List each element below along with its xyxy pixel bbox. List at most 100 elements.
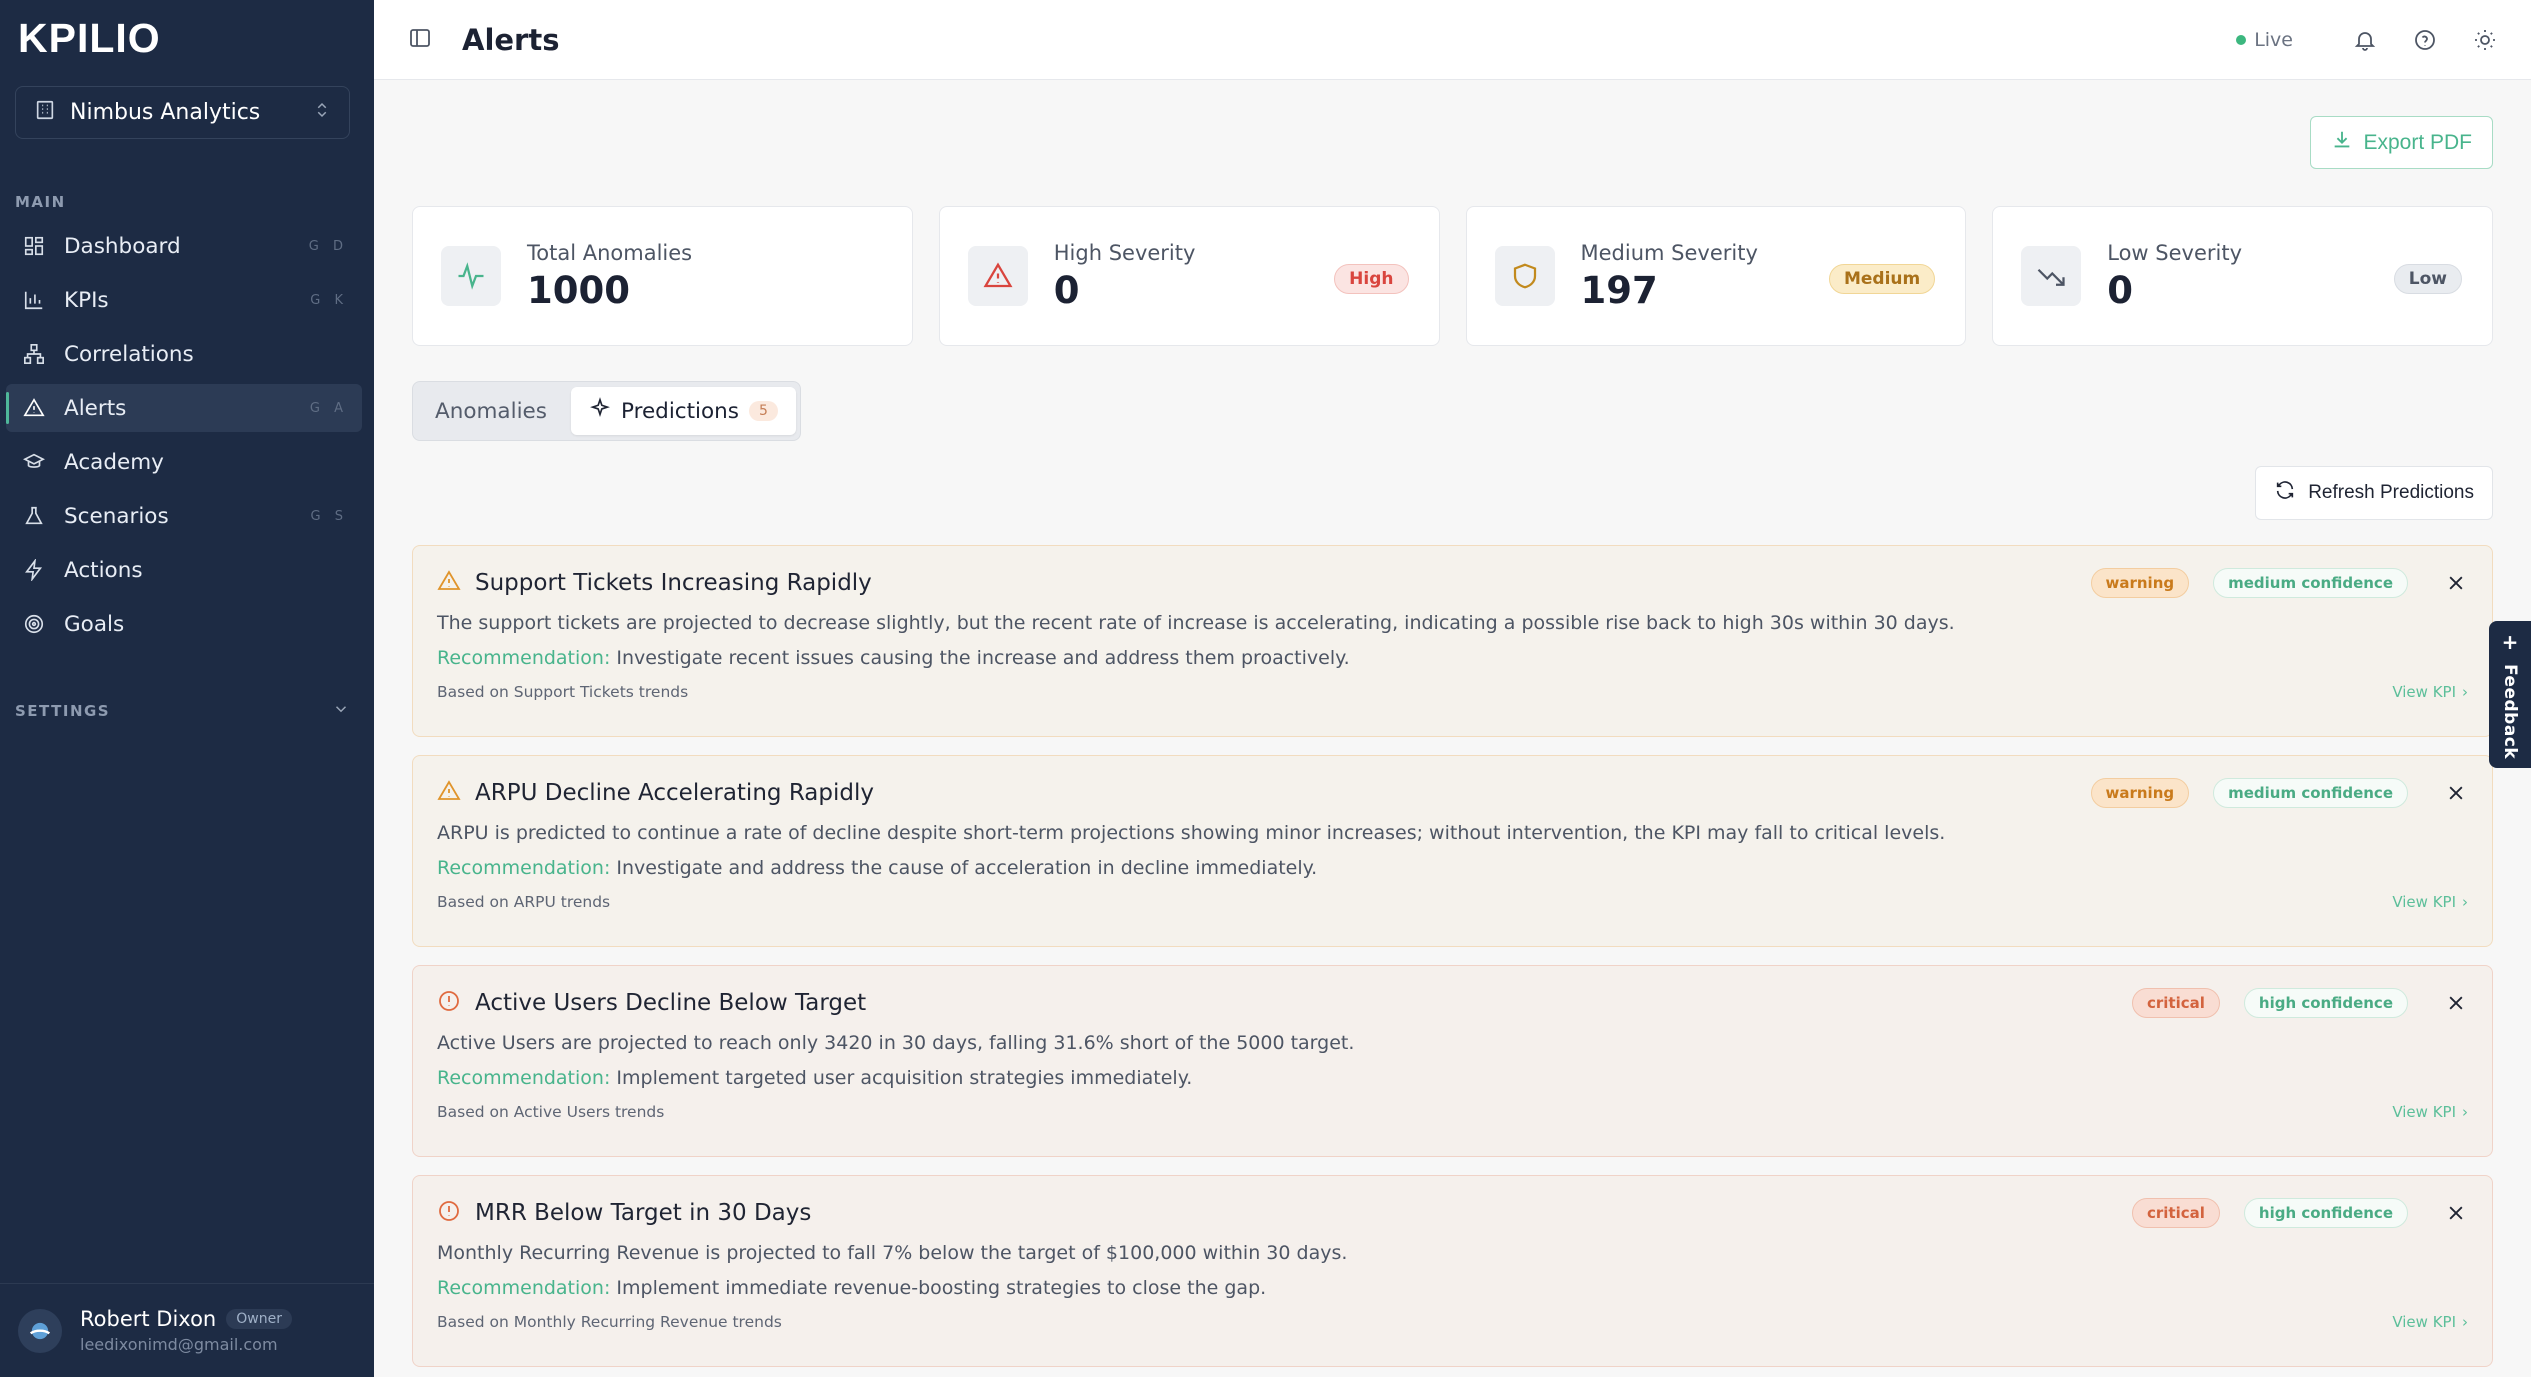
stat-card-high: High Severity 0 High bbox=[938, 206, 1440, 346]
shortcut-hint: G K bbox=[310, 292, 348, 308]
flask-icon bbox=[22, 504, 46, 528]
stat-card-total: Total Anomalies 1000 bbox=[412, 206, 913, 346]
recommendation-text: Implement immediate revenue-boosting str… bbox=[616, 1277, 1267, 1299]
view-kpi-label: View KPI bbox=[2392, 893, 2456, 911]
download-icon bbox=[2331, 129, 2353, 157]
export-pdf-button[interactable]: Export PDF bbox=[2310, 116, 2493, 169]
prediction-card: Support Tickets Increasing Rapidly warni… bbox=[412, 545, 2493, 737]
alerts-tabs: Anomalies Predictions 5 bbox=[412, 381, 801, 441]
tab-predictions[interactable]: Predictions 5 bbox=[570, 387, 796, 435]
severity-tag: critical bbox=[2131, 988, 2220, 1018]
graduation-cap-icon bbox=[22, 450, 46, 474]
close-icon[interactable] bbox=[2444, 571, 2468, 595]
warning-triangle-icon bbox=[437, 779, 461, 807]
view-kpi-link[interactable]: View KPI › bbox=[2392, 683, 2468, 701]
sidebar-item-label: Scenarios bbox=[64, 503, 169, 529]
feedback-tab[interactable]: + Feedback bbox=[2489, 621, 2531, 768]
help-icon[interactable] bbox=[2409, 24, 2441, 56]
severity-badge: Low bbox=[2393, 264, 2462, 294]
sidebar: KPILIO Nimbus Analytics MAIN Dashboard G… bbox=[0, 0, 374, 1377]
prediction-title: ARPU Decline Accelerating Rapidly bbox=[475, 780, 874, 806]
prediction-description: Monthly Recurring Revenue is projected t… bbox=[437, 1242, 1348, 1264]
stat-value: 197 bbox=[1580, 268, 1658, 312]
prediction-title: Active Users Decline Below Target bbox=[475, 990, 867, 1016]
alert-triangle-icon bbox=[22, 396, 46, 420]
grid-icon bbox=[22, 234, 46, 258]
sidebar-item-dashboard[interactable]: Dashboard G D bbox=[6, 222, 362, 270]
refresh-predictions-button[interactable]: Refresh Predictions bbox=[2255, 466, 2493, 520]
stats-row: Total Anomalies 1000 High Severity 0 Hig… bbox=[412, 206, 2493, 346]
prediction-description: The support tickets are projected to dec… bbox=[437, 612, 1955, 634]
bell-icon[interactable] bbox=[2349, 24, 2381, 56]
sidebar-item-label: Alerts bbox=[64, 395, 127, 421]
zap-icon bbox=[22, 558, 46, 582]
prediction-recommendation: Recommendation: Investigate and address … bbox=[437, 857, 2468, 879]
sidebar-item-alerts[interactable]: Alerts G A bbox=[6, 384, 362, 432]
based-on-text: Based on ARPU trends bbox=[437, 893, 611, 911]
user-info: Robert Dixon Owner leedixonimd@gmail.com bbox=[80, 1307, 292, 1354]
prediction-description: ARPU is predicted to continue a rate of … bbox=[437, 822, 1946, 844]
user-email: leedixonimd@gmail.com bbox=[80, 1335, 278, 1354]
user-name-row: Robert Dixon Owner bbox=[80, 1307, 292, 1331]
alert-triangle-icon bbox=[967, 246, 1028, 306]
stat-card-low: Low Severity 0 Low bbox=[1992, 206, 2493, 346]
shortcut-hint: G S bbox=[310, 508, 348, 524]
based-on-text: Based on Monthly Recurring Revenue trend… bbox=[437, 1313, 782, 1331]
sidebar-item-label: Goals bbox=[64, 611, 125, 637]
sidebar-item-correlations[interactable]: Correlations bbox=[6, 330, 362, 378]
stat-label: Low Severity bbox=[2107, 240, 2243, 265]
plus-icon: + bbox=[2501, 629, 2519, 654]
sidebar-item-label: KPIs bbox=[64, 287, 109, 313]
chevron-right-icon: › bbox=[2462, 893, 2468, 911]
network-icon bbox=[22, 342, 46, 366]
tab-anomalies[interactable]: Anomalies bbox=[417, 387, 565, 435]
tab-label: Predictions bbox=[620, 398, 739, 424]
refresh-icon bbox=[2274, 479, 2296, 507]
bar-chart-icon bbox=[22, 288, 46, 312]
user-name: Robert Dixon bbox=[80, 1307, 217, 1331]
tab-label: Anomalies bbox=[435, 398, 547, 424]
view-kpi-link[interactable]: View KPI › bbox=[2392, 893, 2468, 911]
trending-down-icon bbox=[2021, 246, 2082, 306]
sidebar-item-label: Actions bbox=[64, 557, 143, 583]
confidence-tag: medium confidence bbox=[2213, 568, 2408, 598]
sidebar-item-academy[interactable]: Academy bbox=[6, 438, 362, 486]
prediction-recommendation: Recommendation: Investigate recent issue… bbox=[437, 647, 2468, 669]
alert-circle-icon bbox=[437, 1199, 461, 1227]
alert-circle-icon bbox=[437, 989, 461, 1017]
prediction-list: Support Tickets Increasing Rapidly warni… bbox=[412, 545, 2493, 1377]
view-kpi-label: View KPI bbox=[2392, 683, 2456, 701]
prediction-card: Active Users Decline Below Target critic… bbox=[412, 965, 2493, 1157]
main-content: Alerts Live Export PDF Total Anomalies 1… bbox=[374, 0, 2531, 1377]
sidebar-item-scenarios[interactable]: Scenarios G S bbox=[6, 492, 362, 540]
building-icon bbox=[34, 99, 56, 127]
stat-value: 1000 bbox=[527, 268, 630, 312]
close-icon[interactable] bbox=[2444, 1201, 2468, 1225]
settings-section-toggle[interactable]: SETTINGS bbox=[15, 700, 350, 722]
close-icon[interactable] bbox=[2444, 991, 2468, 1015]
live-label: Live bbox=[2254, 28, 2293, 51]
view-kpi-link[interactable]: View KPI › bbox=[2392, 1313, 2468, 1331]
sidebar-item-label: Correlations bbox=[64, 341, 194, 367]
org-switcher[interactable]: Nimbus Analytics bbox=[15, 86, 350, 139]
severity-tag: warning bbox=[2090, 568, 2190, 598]
close-icon[interactable] bbox=[2444, 781, 2468, 805]
sidebar-toggle-icon[interactable] bbox=[408, 26, 432, 54]
user-profile[interactable]: Robert Dixon Owner leedixonimd@gmail.com bbox=[0, 1283, 374, 1377]
confidence-tag: high confidence bbox=[2243, 1198, 2408, 1228]
view-kpi-link[interactable]: View KPI › bbox=[2392, 1103, 2468, 1121]
recommendation-label: Recommendation: bbox=[437, 1067, 611, 1089]
severity-tag: warning bbox=[2090, 778, 2190, 808]
feedback-label: Feedback bbox=[2500, 663, 2520, 760]
theme-sun-icon[interactable] bbox=[2469, 24, 2501, 56]
sidebar-item-label: Academy bbox=[64, 449, 164, 475]
page-title: Alerts bbox=[462, 22, 560, 57]
sidebar-item-goals[interactable]: Goals bbox=[6, 600, 362, 648]
sidebar-item-kpis[interactable]: KPIs G K bbox=[6, 276, 362, 324]
sidebar-item-actions[interactable]: Actions bbox=[6, 546, 362, 594]
stat-label: Total Anomalies bbox=[527, 240, 693, 265]
prediction-title: MRR Below Target in 30 Days bbox=[475, 1200, 812, 1226]
logo[interactable]: KPILIO bbox=[18, 15, 161, 61]
sparkles-icon bbox=[589, 397, 611, 425]
stat-label: Medium Severity bbox=[1580, 240, 1758, 265]
